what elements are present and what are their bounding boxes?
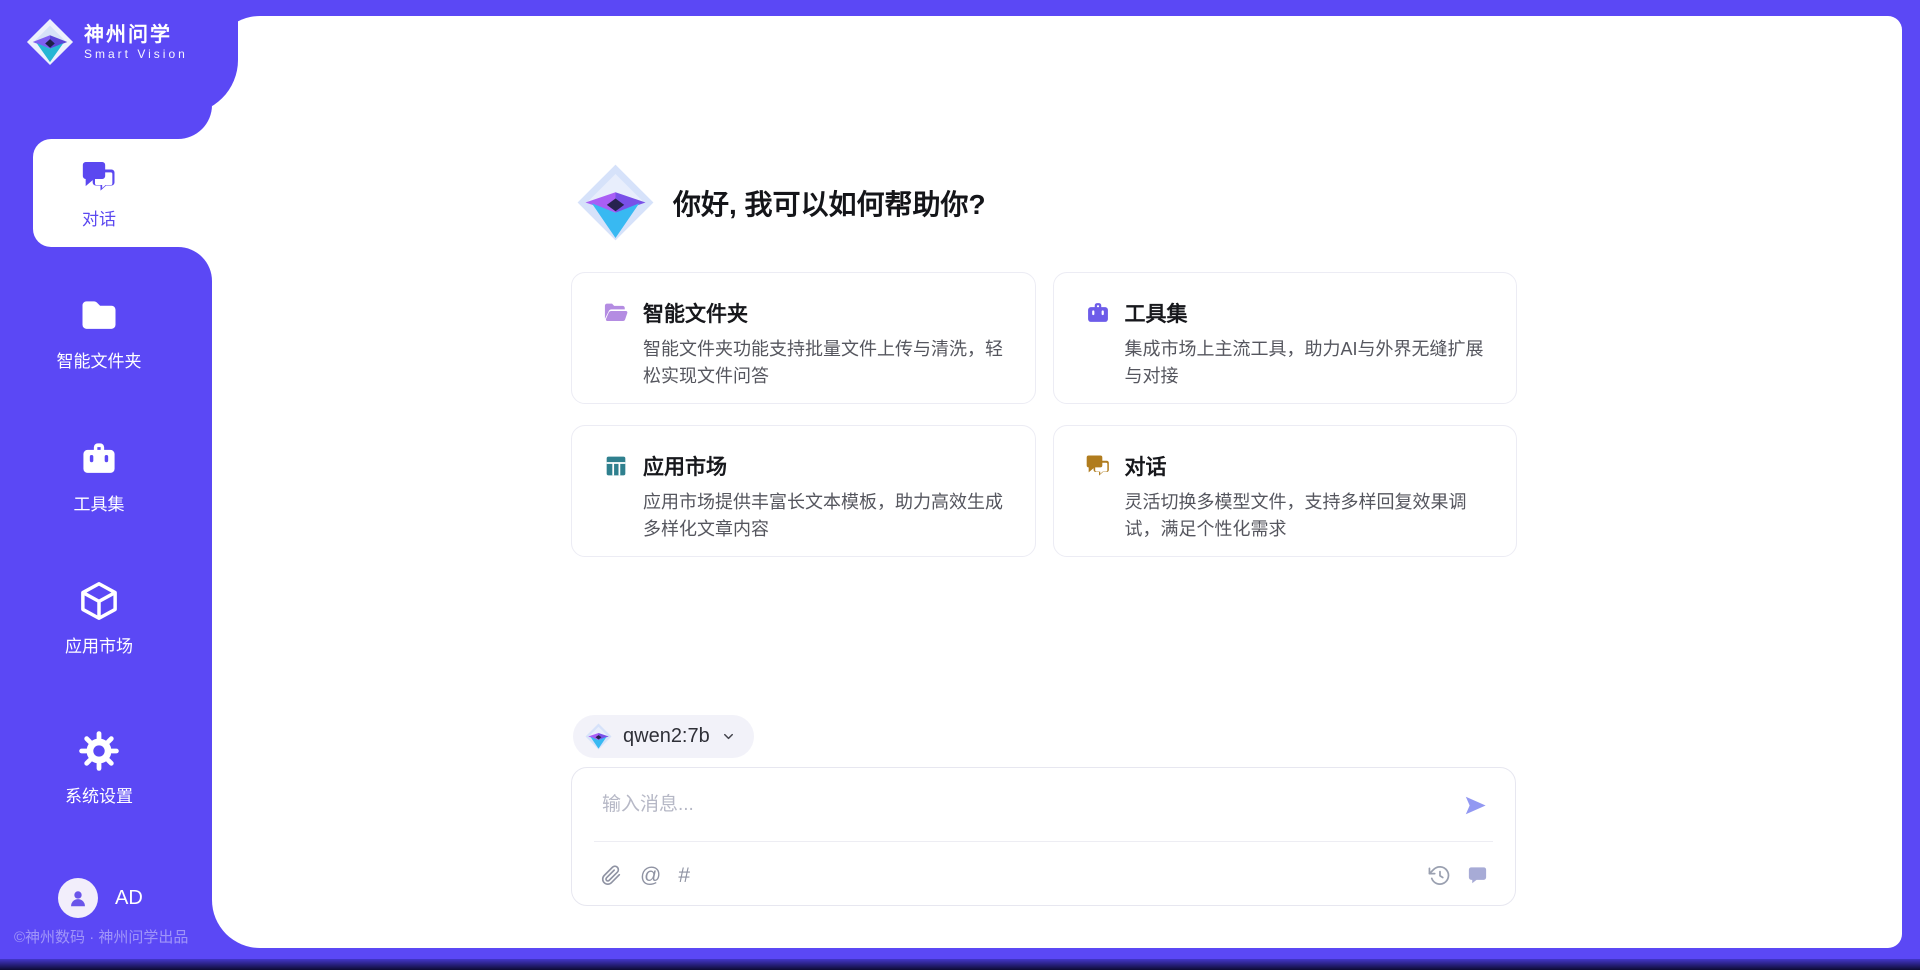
brand-diamond-icon xyxy=(26,18,74,66)
paperclip-icon[interactable] xyxy=(600,864,623,887)
user-icon xyxy=(65,885,91,911)
model-name: qwen2:7b xyxy=(623,725,710,748)
sidebar-item-label: 对话 xyxy=(82,205,116,230)
greeting-text: 你好, 我可以如何帮助你? xyxy=(673,183,986,223)
hash-icon[interactable]: # xyxy=(678,864,690,887)
card-title: 工具集 xyxy=(1125,298,1188,328)
mention-icon[interactable]: @ xyxy=(640,864,661,887)
active-tab-curve-top xyxy=(178,105,212,139)
card-app-market[interactable]: 应用市场 应用市场提供丰富长文本模板，助力高效生成多样化文章内容 xyxy=(571,425,1036,557)
card-smart-folder[interactable]: 智能文件夹 智能文件夹功能支持批量文件上传与清洗，轻松实现文件问答 xyxy=(571,272,1036,404)
sidebar-item-label: 工具集 xyxy=(74,490,125,515)
card-description: 应用市场提供丰富长文本模板，助力高效生成多样化文章内容 xyxy=(643,489,1005,543)
greeting-block: 你好, 我可以如何帮助你? xyxy=(576,163,986,242)
user-profile[interactable]: AD xyxy=(58,878,143,918)
grid-icon xyxy=(602,452,630,480)
card-description: 集成市场上主流工具，助力AI与外界无缝扩展与对接 xyxy=(1125,336,1487,390)
card-chat[interactable]: 对话 灵活切换多模型文件，支持多样回复效果调试，满足个性化需求 xyxy=(1053,425,1518,557)
brand-logo: 神州问学 Smart Vision xyxy=(26,18,188,66)
user-name: AD xyxy=(115,887,143,910)
sidebar-item-app-market[interactable]: 应用市场 xyxy=(0,579,198,657)
active-tab-curve-bottom xyxy=(178,247,212,281)
sidebar-item-label: 智能文件夹 xyxy=(57,347,142,372)
avatar xyxy=(58,878,98,918)
folder-icon xyxy=(77,294,121,338)
feature-cards: 智能文件夹 智能文件夹功能支持批量文件上传与清洗，轻松实现文件问答 工具集 集成… xyxy=(571,272,1517,557)
gear-icon xyxy=(77,729,121,773)
window-bottom-edge xyxy=(0,959,1920,970)
message-input[interactable] xyxy=(602,788,1442,822)
briefcase-icon xyxy=(77,437,121,481)
card-title: 智能文件夹 xyxy=(643,298,748,328)
model-selector[interactable]: qwen2:7b xyxy=(573,715,754,758)
history-icon[interactable] xyxy=(1428,864,1451,887)
sidebar-item-settings[interactable]: 系统设置 xyxy=(0,729,198,807)
copyright-text: ©神州数码 · 神州问学出品 xyxy=(14,926,188,947)
chat-icon xyxy=(1084,452,1112,480)
brand-name: 神州问学 xyxy=(84,23,188,47)
sidebar-item-label: 应用市场 xyxy=(65,632,133,657)
card-title: 对话 xyxy=(1125,451,1167,481)
app-window: 神州问学 Smart Vision 对话 智能文件夹 xyxy=(0,0,1920,970)
cube-icon xyxy=(77,579,121,623)
sidebar-item-toolset[interactable]: 工具集 xyxy=(0,437,198,515)
sidebar-item-label: 系统设置 xyxy=(65,782,133,807)
card-toolset[interactable]: 工具集 集成市场上主流工具，助力AI与外界无缝扩展与对接 xyxy=(1053,272,1518,404)
brand-subtitle: Smart Vision xyxy=(84,47,188,61)
sidebar-item-smart-folder[interactable]: 智能文件夹 xyxy=(0,294,198,372)
chevron-down-icon xyxy=(721,729,736,744)
folder-open-icon xyxy=(602,299,630,327)
card-title: 应用市场 xyxy=(643,451,727,481)
composer-divider xyxy=(594,841,1493,842)
briefcase-icon xyxy=(1084,299,1112,327)
sidebar-item-chat[interactable]: 对话 xyxy=(33,139,214,247)
model-diamond-icon xyxy=(585,723,612,750)
message-composer: @ # xyxy=(571,767,1516,906)
greeting-diamond-icon xyxy=(576,163,655,242)
card-description: 灵活切换多模型文件，支持多样回复效果调试，满足个性化需求 xyxy=(1125,489,1487,543)
card-description: 智能文件夹功能支持批量文件上传与清洗，轻松实现文件问答 xyxy=(643,336,1005,390)
chat-bubble-icon[interactable] xyxy=(1466,864,1489,887)
chat-icon xyxy=(79,157,119,197)
send-icon[interactable] xyxy=(1462,792,1489,819)
